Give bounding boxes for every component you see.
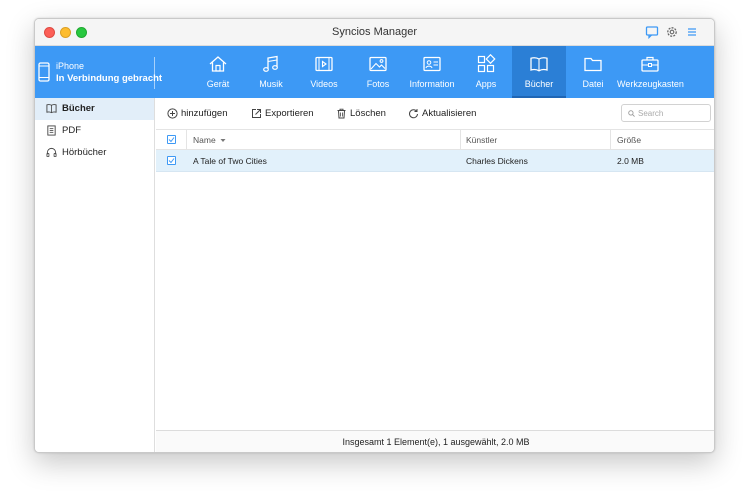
- sidebar-item-label: Hörbücher: [62, 147, 107, 158]
- sidebar: Bücher PDF Hörbücher: [35, 98, 155, 452]
- nav-tab-buecher[interactable]: Bücher: [512, 46, 566, 98]
- search-box[interactable]: [621, 104, 711, 122]
- cell-name: A Tale of Two Cities: [193, 156, 267, 166]
- nav-tab-apps[interactable]: Apps: [465, 46, 507, 98]
- checkmark-icon: [168, 158, 175, 164]
- export-label: Exportieren: [265, 108, 314, 119]
- status-text: Insgesamt 1 Element(e), 1 ausgewählt, 2.…: [342, 437, 530, 447]
- photo-icon: [369, 56, 387, 72]
- nav-tab-videos[interactable]: Videos: [303, 46, 345, 98]
- nav-tab-label: Musik: [259, 79, 283, 89]
- nav-tab-label: Fotos: [366, 79, 390, 89]
- headphones-icon: [46, 147, 57, 158]
- nav-tab-label: Werkzeugkasten: [617, 79, 684, 89]
- apps-icon: [477, 54, 496, 73]
- app-window: Syncios Manager iPhone In Verbindung geb…: [34, 18, 715, 453]
- search-icon: [628, 110, 635, 117]
- sidebar-item-buecher[interactable]: Bücher: [35, 98, 154, 120]
- row-checkbox[interactable]: [167, 156, 176, 165]
- music-icon: [263, 55, 278, 72]
- search-input[interactable]: [638, 107, 708, 119]
- checkmark-icon: [168, 137, 175, 143]
- nav-tab-musik[interactable]: Musik: [250, 46, 292, 98]
- pdf-icon: [47, 125, 56, 136]
- sidebar-item-label: Bücher: [62, 103, 95, 114]
- trash-icon: [337, 108, 346, 119]
- column-header-name[interactable]: Name: [193, 135, 226, 145]
- add-label: hinzufügen: [181, 108, 228, 119]
- contact-card-icon: [423, 56, 441, 72]
- book-icon: [46, 104, 57, 114]
- delete-label: Löschen: [350, 108, 386, 119]
- add-button[interactable]: hinzufügen: [167, 107, 247, 121]
- device-info[interactable]: iPhone In Verbindung gebracht: [35, 46, 162, 98]
- sidebar-item-pdf[interactable]: PDF: [35, 120, 154, 142]
- home-icon: [209, 56, 227, 72]
- menu-icon[interactable]: [685, 25, 699, 39]
- folder-icon: [584, 57, 602, 72]
- nav-tab-label: Apps: [475, 79, 497, 89]
- nav-tab-geraet[interactable]: Gerät: [197, 46, 239, 98]
- select-all-checkbox[interactable]: [167, 135, 176, 144]
- divider: [154, 57, 155, 89]
- column-header-size[interactable]: Größe: [617, 135, 641, 145]
- plus-circle-icon: [167, 108, 178, 119]
- cell-size: 2.0 MB: [617, 156, 644, 166]
- cell-artist: Charles Dickens: [466, 156, 528, 166]
- phone-icon: [38, 62, 50, 82]
- book-icon: [530, 57, 548, 72]
- nav-tab-information[interactable]: Information: [405, 46, 459, 98]
- device-name: iPhone: [56, 61, 85, 71]
- main-navigation-bar: iPhone In Verbindung gebracht Gerät Musi…: [35, 46, 714, 98]
- nav-tab-label: Datei: [582, 79, 604, 89]
- sidebar-item-label: PDF: [62, 125, 81, 136]
- video-icon: [315, 56, 333, 72]
- nav-tab-datei[interactable]: Datei: [572, 46, 614, 98]
- toolbar: hinzufügen Exportieren Löschen Aktualisi…: [156, 98, 714, 129]
- nav-tab-fotos[interactable]: Fotos: [357, 46, 399, 98]
- title-bar: Syncios Manager: [35, 19, 714, 46]
- column-divider: [186, 130, 187, 150]
- export-icon: [252, 109, 261, 118]
- column-divider: [460, 130, 461, 150]
- gear-icon[interactable]: [665, 25, 679, 39]
- table-header: Name Künstler Größe: [156, 129, 714, 150]
- toolbox-icon: [641, 56, 659, 72]
- nav-tab-label: Information: [409, 79, 455, 89]
- feedback-icon[interactable]: [645, 25, 659, 39]
- nav-tab-label: Bücher: [524, 79, 554, 89]
- refresh-icon: [409, 109, 418, 119]
- export-button[interactable]: Exportieren: [251, 107, 331, 121]
- device-connection-status: In Verbindung gebracht: [56, 73, 163, 84]
- table-row[interactable]: A Tale of Two Cities Charles Dickens 2.0…: [156, 150, 714, 172]
- nav-tab-werkzeugkasten[interactable]: Werkzeugkasten: [617, 46, 684, 98]
- refresh-label: Aktualisieren: [422, 108, 477, 119]
- column-header-artist[interactable]: Künstler: [466, 135, 497, 145]
- column-divider: [610, 130, 611, 150]
- nav-tab-label: Videos: [310, 79, 338, 89]
- sort-down-icon: [220, 139, 226, 142]
- window-title: Syncios Manager: [332, 26, 417, 38]
- sidebar-item-hoerbuecher[interactable]: Hörbücher: [35, 142, 154, 164]
- nav-tab-label: Gerät: [206, 79, 230, 89]
- status-bar: Insgesamt 1 Element(e), 1 ausgewählt, 2.…: [156, 430, 714, 452]
- refresh-button[interactable]: Aktualisieren: [408, 107, 488, 121]
- column-header-label: Name: [193, 135, 216, 145]
- delete-button[interactable]: Löschen: [336, 107, 396, 121]
